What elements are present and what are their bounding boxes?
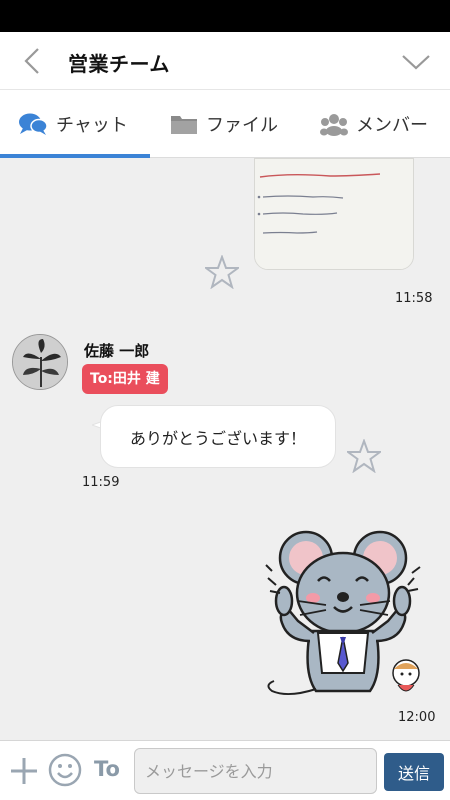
- tab-file[interactable]: ファイル: [170, 90, 278, 158]
- tab-chat-label: チャット: [56, 115, 128, 136]
- chat-bubbles-icon: [19, 113, 48, 135]
- star-icon[interactable]: [347, 439, 381, 473]
- message-text: ありがとうございます！: [129, 428, 306, 448]
- star-icon[interactable]: [205, 255, 239, 289]
- header: 営業チーム: [0, 32, 450, 90]
- mention-to-button[interactable]: To: [94, 757, 120, 781]
- add-icon[interactable]: [8, 755, 40, 787]
- avatar[interactable]: [12, 334, 68, 390]
- mention-badge: To:田井 建: [82, 364, 168, 394]
- sender-name: 佐藤 一郎: [84, 342, 150, 360]
- tab-file-label: ファイル: [206, 115, 278, 136]
- send-button[interactable]: 送信: [384, 753, 444, 791]
- message-time: 11:58: [395, 291, 433, 306]
- whiteboard-photo: [255, 159, 413, 269]
- page-title: 営業チーム: [68, 52, 170, 76]
- folder-icon: [171, 116, 197, 134]
- chat-area[interactable]: 11:58 佐藤 一郎 To:田井 建 ありがとうございます！ 11:59 12…: [0, 158, 450, 740]
- tab-chat[interactable]: チャット: [18, 90, 128, 158]
- tab-member-label: メンバー: [356, 115, 428, 136]
- image-message[interactable]: [254, 158, 414, 270]
- composer-bar: To 送信: [0, 740, 450, 800]
- status-bar: [0, 0, 450, 32]
- plant-photo: [13, 335, 67, 389]
- message-time: 12:00: [398, 710, 436, 725]
- mouse-sticker[interactable]: [258, 523, 428, 708]
- message-input[interactable]: [134, 748, 377, 794]
- tab-member[interactable]: メンバー: [320, 90, 428, 158]
- tab-bar: チャット ファイル メンバー: [0, 90, 450, 158]
- chevron-down-icon[interactable]: [400, 48, 432, 76]
- chevron-left-icon[interactable]: [18, 45, 50, 77]
- message-time: 11:59: [82, 475, 120, 490]
- message-bubble[interactable]: ありがとうございます！: [100, 405, 336, 468]
- emoji-icon[interactable]: [48, 753, 82, 787]
- paw-group-icon: [320, 114, 348, 136]
